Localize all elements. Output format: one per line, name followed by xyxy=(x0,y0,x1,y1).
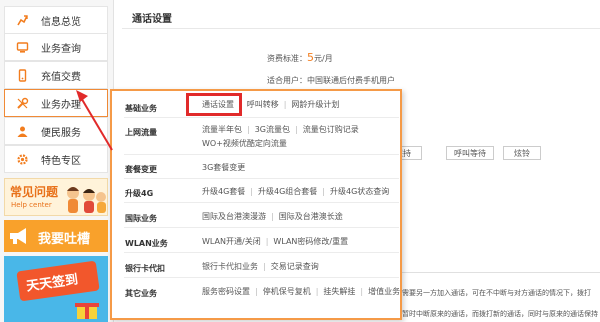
annotation-arrow-icon xyxy=(76,90,113,151)
